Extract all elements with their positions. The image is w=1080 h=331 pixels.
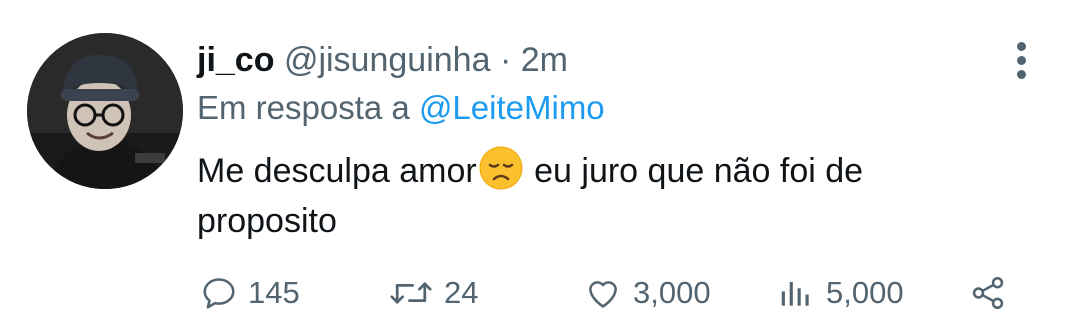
separator-dot: · [499, 41, 512, 79]
reply-context: Em resposta a @LeiteMimo [197, 88, 605, 128]
avatar[interactable] [27, 33, 183, 189]
more-options-button[interactable] [1004, 40, 1038, 80]
heart-icon [589, 281, 617, 308]
user-handle[interactable]: @jisunguinha [284, 41, 491, 79]
reply-count: 145 [248, 275, 300, 310]
action-bar: 145 24 3,000 5,000 [0, 270, 1080, 316]
tweet-text-part: Me desculpa amor [197, 152, 477, 190]
more-dot-icon [1016, 69, 1026, 79]
tweet-card[interactable]: ji_co @jisunguinha · 2m Em resposta a @L… [0, 0, 1080, 331]
disappointed-face-icon [479, 146, 523, 190]
reply-button[interactable]: 145 [200, 270, 300, 316]
tweet-header: ji_co @jisunguinha · 2m [197, 40, 568, 80]
reply-mention-link[interactable]: @LeiteMimo [419, 89, 605, 126]
display-name[interactable]: ji_co [197, 41, 274, 79]
retweet-icon [390, 282, 432, 304]
views-button[interactable]: 5,000 [776, 270, 904, 316]
avatar-photo [27, 33, 183, 189]
like-button[interactable]: 3,000 [583, 270, 711, 316]
retweet-button[interactable]: 24 [388, 270, 478, 316]
more-dot-icon [1016, 55, 1026, 65]
views-count: 5,000 [826, 275, 904, 310]
reply-prefix: Em resposta a [197, 89, 410, 126]
views-bar-chart-icon [781, 281, 809, 306]
share-icon [972, 277, 1004, 309]
tweet-text: Me desculpa amor eu juro que não foi de … [197, 146, 997, 246]
reply-icon [203, 278, 235, 309]
share-button[interactable] [968, 270, 1008, 316]
more-dot-icon [1016, 41, 1026, 51]
timestamp[interactable]: 2m [521, 41, 568, 79]
like-count: 3,000 [633, 275, 711, 310]
retweet-count: 24 [444, 275, 479, 310]
